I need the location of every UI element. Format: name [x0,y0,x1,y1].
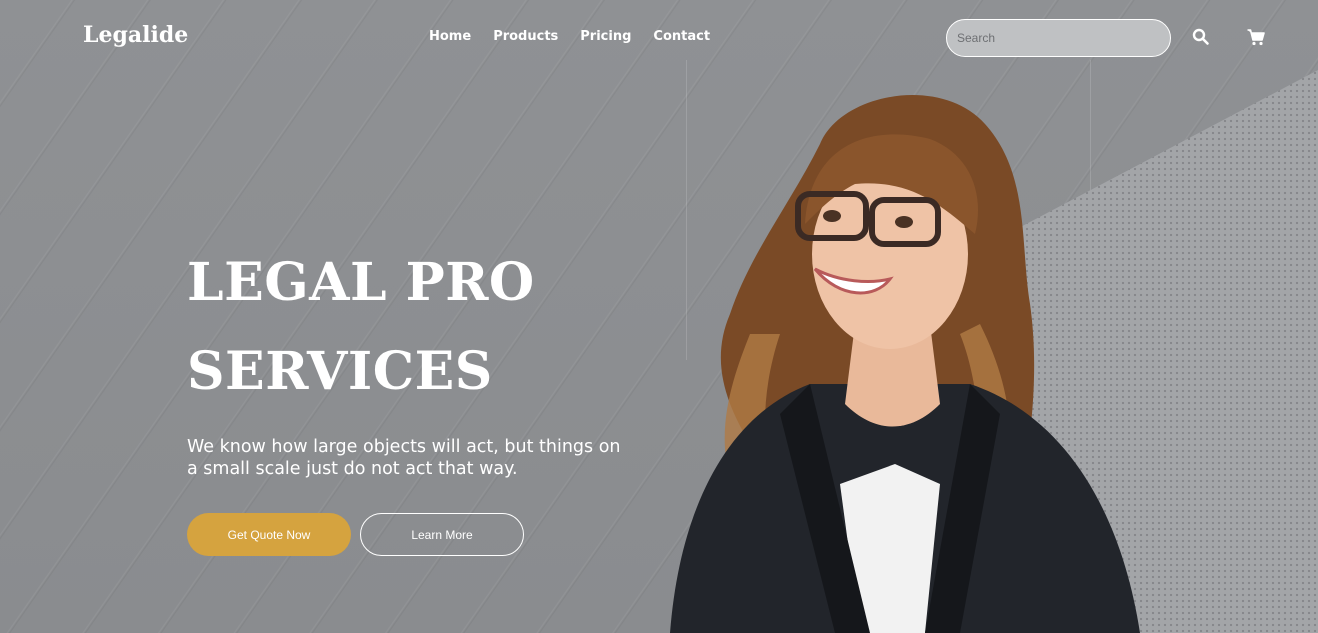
main-nav: Home Products Pricing Contact [429,29,732,44]
hero-title-line: SERVICES [187,341,493,402]
get-quote-button[interactable]: Get Quote Now [187,513,351,556]
site-header: Legalide Home Products Pricing Contact [0,0,1318,74]
hero-title: LEGAL PRO SERVICES [187,238,627,416]
cart-icon[interactable] [1246,27,1266,47]
nav-products[interactable]: Products [493,29,558,44]
search-input[interactable] [946,19,1171,57]
hero-title-line: LEGAL PRO [187,252,535,313]
hero-subtitle: We know how large objects will act, but … [187,437,621,479]
search-icon[interactable] [1191,27,1211,47]
nav-home[interactable]: Home [429,29,471,44]
nav-pricing[interactable]: Pricing [580,29,631,44]
learn-more-button[interactable]: Learn More [360,513,524,556]
hero-person-image [670,95,1140,633]
nav-contact[interactable]: Contact [653,29,710,44]
site-logo[interactable]: Legalide [83,22,188,48]
